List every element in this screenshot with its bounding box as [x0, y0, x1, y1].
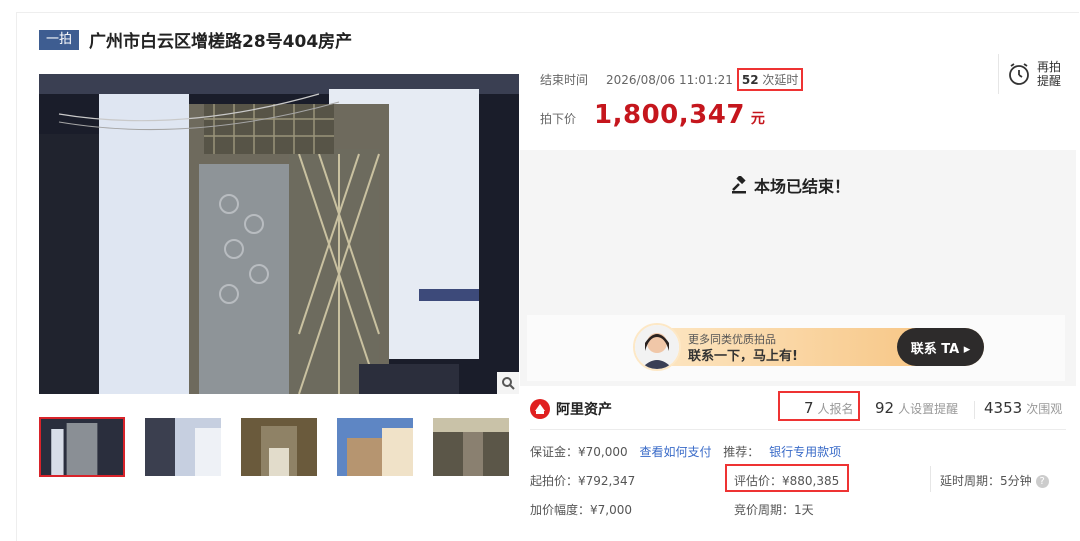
remind-label: 再拍提醒 [1037, 60, 1062, 88]
thumbnail-1[interactable] [39, 417, 125, 477]
thumbnail-5[interactable] [433, 418, 509, 476]
final-price-value: 1,800,347 [594, 100, 745, 130]
auction-info: 结束时间 2026/08/06 11:01:21 52 次延时 拍下价 1,80… [520, 40, 1076, 150]
auction-ended-status: 本场已结束！ [730, 173, 850, 197]
registrants-count: 7 [804, 399, 814, 417]
thumbnail-image [337, 418, 413, 476]
door-photo [39, 74, 519, 394]
question-icon[interactable]: ? [1035, 475, 1049, 488]
recommend-label: 推荐： [723, 445, 760, 459]
page-title: 广州市白云区增槎路28号404房产 [89, 32, 353, 52]
promo-line2: 联系一下，马上有! [688, 349, 798, 364]
reminders-stat: 92 人设置提醒 [875, 399, 958, 417]
final-price-label: 拍下价 [540, 112, 577, 126]
deposit-row: 保证金：¥70,000 查看如何支付 推荐： 银行专用款项 [530, 443, 841, 460]
delay-period: 延时周期：5分钟 [940, 474, 1032, 488]
delay-suffix: 次延时 [762, 73, 799, 87]
round-badge: 一拍 [39, 29, 80, 50]
thumbnail-image [41, 419, 123, 475]
bid-period: 竞价周期：1天 [734, 503, 814, 517]
title-row: 一拍 广州市白云区增槎路28号404房产 [39, 27, 352, 52]
final-price-row: 拍下价 1,800,347 元 [540, 100, 765, 130]
how-to-pay-link[interactable]: 查看如何支付 [639, 445, 711, 459]
thumbnail-3[interactable] [241, 418, 317, 476]
thumbnail-strip [39, 417, 529, 477]
increment: 加价幅度：¥7,000 [530, 503, 632, 517]
thumbnail-image [241, 418, 317, 476]
bank-payment-link[interactable]: 银行专用款项 [769, 445, 841, 459]
agent-avatar-image [635, 325, 679, 369]
brand[interactable]: 阿里资产 [530, 399, 612, 419]
deposit: 保证金：¥70,000 [530, 445, 628, 459]
contact-button[interactable]: 联系 TA ▸ [897, 328, 984, 366]
ended-area: 本场已结束！ 联系 TA ▸ 更多同类优质拍品 联系一下，马上有! [520, 150, 1076, 386]
ended-text: 本场已结束！ [754, 177, 851, 196]
main-photo[interactable] [39, 74, 519, 394]
views-count: 4353 [984, 399, 1023, 417]
delay-count: 52 [741, 73, 759, 87]
brand-name: 阿里资产 [556, 402, 612, 418]
agent-avatar [633, 323, 681, 371]
eval-price: 评估价：¥880,385 [734, 474, 840, 488]
end-time-row: 结束时间 2026/08/06 11:01:21 52 次延时 [540, 68, 804, 91]
registrants-stat: 7 人报名 [804, 399, 854, 417]
ali-asset-logo [530, 399, 550, 419]
start-price: 起拍价：¥792,347 [530, 474, 636, 488]
currency-unit: 元 [750, 111, 765, 127]
views-stat: 4353 次围观 [984, 399, 1062, 417]
thumbnail-image [145, 418, 221, 476]
thumbnail-4[interactable] [337, 418, 413, 476]
gavel-icon [732, 176, 746, 194]
alarm-clock-icon [1009, 63, 1029, 85]
stat-divider [974, 401, 975, 419]
magnifier-icon [502, 377, 515, 390]
reminders-count: 92 [875, 399, 895, 417]
reminders-label: 人设置提醒 [898, 402, 959, 416]
end-time-label: 结束时间 [540, 73, 589, 87]
promo-banner[interactable]: 联系 TA ▸ 更多同类优质拍品 联系一下，马上有! [527, 315, 1065, 381]
zoom-button[interactable] [497, 372, 519, 394]
views-label: 次围观 [1026, 402, 1063, 416]
stats-row: 阿里资产 7 人报名 92 人设置提醒 4353 次围观 [530, 391, 1066, 430]
detail-divider [930, 466, 931, 492]
thumbnail-image [433, 418, 509, 476]
delay-count-box: 52 次延时 [736, 68, 804, 91]
remind-button[interactable]: 再拍提醒 [998, 54, 1063, 94]
registrants-label: 人报名 [817, 402, 854, 416]
thumbnail-2[interactable] [145, 418, 221, 476]
delay-period-row: 延时周期：5分钟? [940, 472, 1049, 489]
end-time-value: 2026/08/06 11:01:21 [606, 72, 733, 87]
